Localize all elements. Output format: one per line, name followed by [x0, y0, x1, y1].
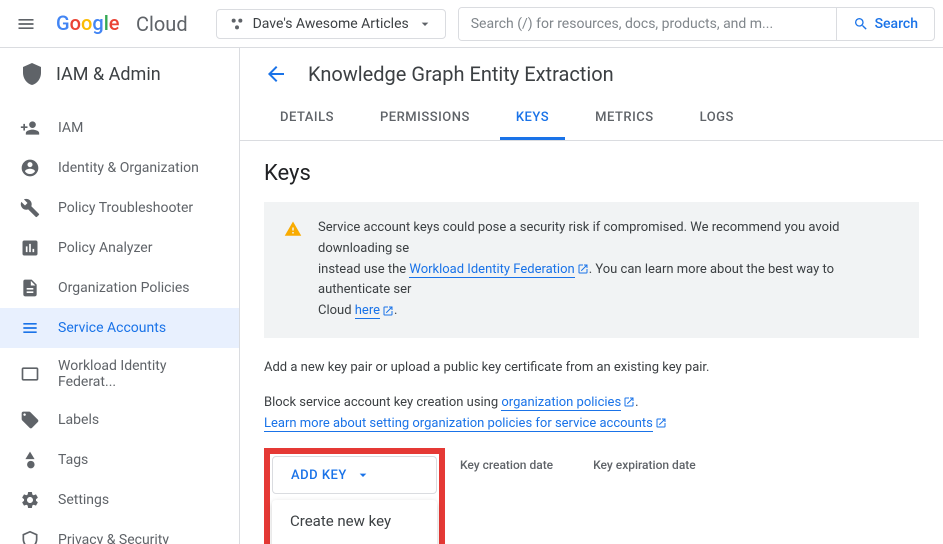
project-selector[interactable]: Dave's Awesome Articles: [216, 9, 446, 39]
document-icon: [20, 278, 40, 298]
chevron-down-icon: [417, 16, 433, 32]
sidebar-item-label: Policy Troubleshooter: [58, 200, 193, 216]
sidebar-item-label: Settings: [58, 492, 109, 508]
search-input[interactable]: [459, 8, 836, 40]
warning-box: Service account keys could pose a securi…: [264, 202, 919, 338]
cloud-text: Cloud: [136, 12, 188, 36]
sidebar-item-tags[interactable]: Tags: [0, 440, 239, 480]
sidebar-item-label: Tags: [58, 452, 88, 468]
org-policies-link[interactable]: organization policies: [501, 395, 621, 411]
sidebar-item-label: Organization Policies: [58, 280, 190, 296]
sidebar-item-label: Identity & Organization: [58, 160, 199, 176]
sidebar-item-analyzer[interactable]: Policy Analyzer: [0, 228, 239, 268]
google-logo-icon: Google: [56, 12, 130, 36]
add-key-button[interactable]: ADD KEY: [272, 456, 437, 494]
gear-icon: [20, 490, 40, 510]
sidebar-item-org-policies[interactable]: Organization Policies: [0, 268, 239, 308]
learn-more-link[interactable]: Learn more about setting organization po…: [264, 416, 653, 432]
wrench-icon: [20, 198, 40, 218]
warning-text: Service account keys could pose a securi…: [318, 220, 839, 256]
warning-text: instead use the: [318, 262, 409, 277]
highlight-box: ADD KEY Create new key Upload existing k…: [264, 448, 445, 544]
tab-keys[interactable]: KEYS: [500, 98, 565, 140]
col-expiration-date: Key expiration date: [593, 450, 696, 480]
shield-outline-icon: [20, 530, 40, 544]
sidebar-item-privacy[interactable]: Privacy & Security: [0, 520, 239, 544]
col-creation-date: Key creation date: [460, 450, 553, 480]
warning-text: .: [394, 303, 397, 318]
analyzer-icon: [20, 238, 40, 258]
tab-metrics[interactable]: METRICS: [579, 98, 669, 140]
sidebar-item-troubleshooter[interactable]: Policy Troubleshooter: [0, 188, 239, 228]
sidebar-item-label: Workload Identity Federat...: [58, 358, 219, 390]
workload-link[interactable]: Workload Identity Federation: [409, 262, 574, 278]
external-link-icon: [623, 396, 635, 408]
search-container: Search: [458, 7, 935, 41]
menu-button[interactable]: [8, 6, 44, 42]
sidebar-item-label: Privacy & Security: [58, 532, 169, 544]
sidebar-item-label: Labels: [58, 412, 99, 428]
external-link-icon: [382, 305, 394, 317]
sidebar-item-settings[interactable]: Settings: [0, 480, 239, 520]
sidebar-item-workload[interactable]: Workload Identity Federat...: [0, 348, 239, 400]
tab-logs[interactable]: LOGS: [684, 98, 750, 140]
info-text: Block service account key creation using: [264, 395, 501, 410]
chevron-down-icon: [355, 467, 371, 483]
search-button[interactable]: Search: [836, 8, 934, 40]
google-cloud-logo[interactable]: Google Cloud: [56, 12, 188, 36]
sidebar-item-identity[interactable]: Identity & Organization: [0, 148, 239, 188]
info-text: Add a new key pair or upload a public ke…: [264, 358, 919, 379]
warning-icon: [284, 220, 302, 238]
info-text: .: [635, 395, 638, 410]
section-title: Keys: [264, 161, 919, 186]
search-icon: [853, 16, 869, 32]
search-label: Search: [875, 16, 918, 32]
tab-permissions[interactable]: PERMISSIONS: [364, 98, 486, 140]
project-icon: [229, 16, 245, 32]
external-link-icon: [655, 417, 667, 429]
shield-icon: [20, 62, 44, 86]
sidebar-title: IAM & Admin: [56, 64, 161, 85]
create-new-key-item[interactable]: Create new key: [272, 500, 437, 542]
sidebar-item-service-accounts[interactable]: Service Accounts: [0, 308, 239, 348]
sidebar-item-label: Policy Analyzer: [58, 240, 152, 256]
person-icon: [20, 158, 40, 178]
workload-icon: [20, 364, 40, 384]
hamburger-icon: [16, 14, 36, 34]
service-account-icon: [20, 318, 40, 338]
page-title: Knowledge Graph Entity Extraction: [308, 62, 614, 86]
external-link-icon: [577, 263, 589, 275]
sidebar-item-iam[interactable]: IAM: [0, 108, 239, 148]
tag-icon: [20, 410, 40, 430]
tags-icon: [20, 450, 40, 470]
add-key-dropdown: Create new key Upload existing key: [272, 500, 437, 544]
warning-text: Cloud: [318, 303, 355, 318]
sidebar-item-labels[interactable]: Labels: [0, 400, 239, 440]
sidebar-item-label: IAM: [58, 120, 83, 136]
project-name: Dave's Awesome Articles: [253, 16, 409, 32]
add-key-label: ADD KEY: [291, 468, 347, 483]
svg-text:Google: Google: [56, 12, 120, 35]
back-arrow[interactable]: [264, 62, 288, 86]
sidebar-item-label: Service Accounts: [58, 320, 166, 336]
here-link[interactable]: here: [355, 303, 380, 319]
tab-details[interactable]: DETAILS: [264, 98, 350, 140]
sidebar-header: IAM & Admin: [0, 48, 239, 100]
table-header: Key creation date Key expiration date: [460, 450, 696, 480]
person-add-icon: [20, 118, 40, 138]
